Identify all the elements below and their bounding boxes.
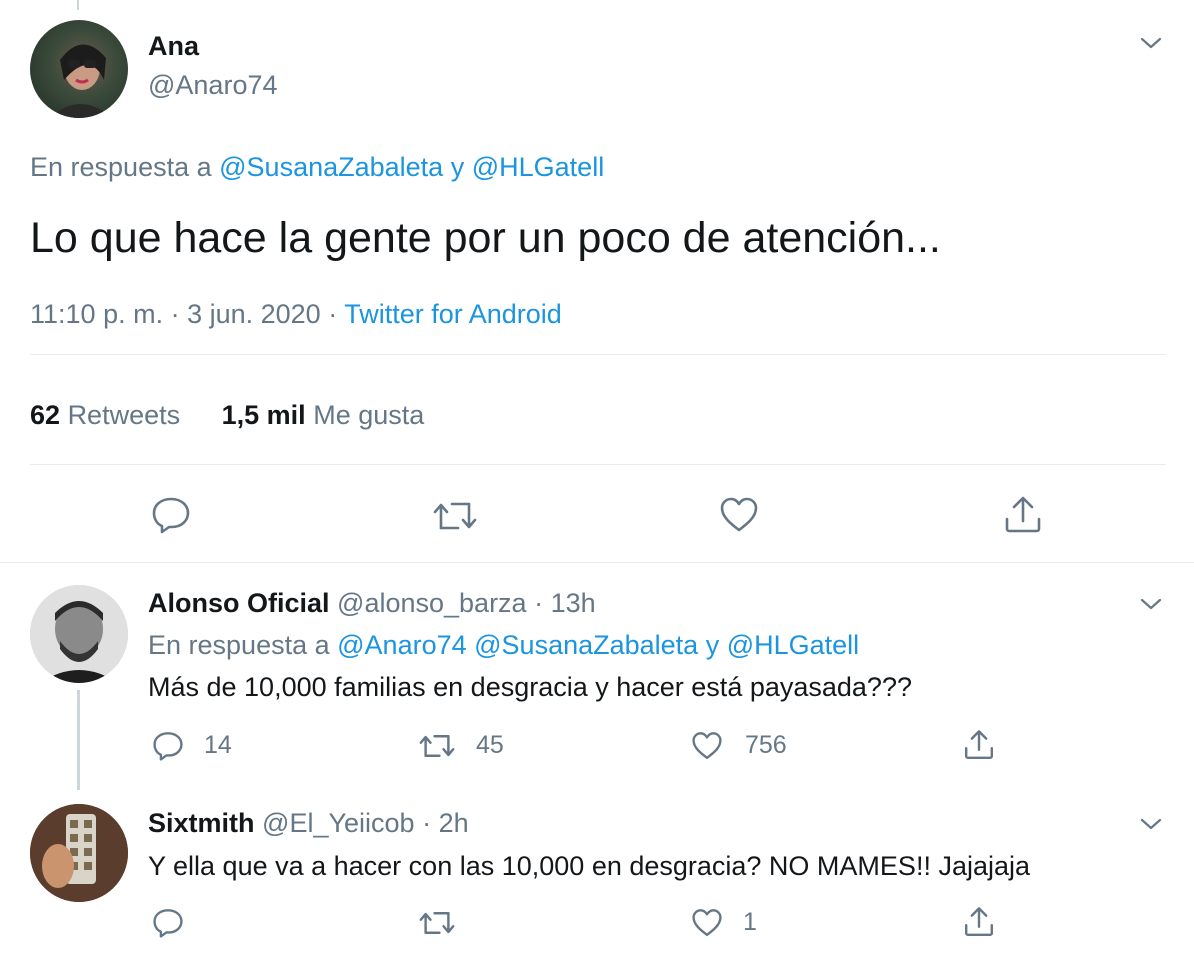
heart-icon[interactable]	[719, 496, 759, 534]
retweet-icon[interactable]	[432, 500, 478, 532]
reply-icon[interactable]	[151, 496, 191, 534]
mention-link[interactable]: @HLGatell	[727, 630, 859, 660]
tweet-timestamp[interactable]: 11:10 p. m. · 3 jun. 2020	[30, 299, 321, 329]
reply-author-handle[interactable]: @alonso_barza	[337, 588, 527, 618]
meta-separator: ·	[534, 588, 544, 618]
reply-header: Sixtmith @El_Yeiicob · 2h	[148, 808, 469, 839]
meta-separator: ·	[328, 299, 338, 329]
reply-and: y	[450, 152, 465, 182]
reply-context: En respuesta a @SusanaZabaleta y @HLGate…	[30, 152, 604, 183]
retweet-count: 45	[476, 731, 504, 759]
retweets-stat[interactable]: 62 Retweets	[30, 400, 188, 430]
divider	[30, 464, 1166, 465]
reply-and: y	[705, 630, 720, 660]
reply-context: En respuesta a @Anaro74 @SusanaZabaleta …	[148, 630, 859, 661]
avatar-sixtmith[interactable]	[30, 804, 128, 902]
mention-link[interactable]: @SusanaZabaleta	[219, 152, 443, 182]
divider	[0, 562, 1194, 563]
avatar-alonso[interactable]	[30, 585, 128, 683]
reply-author-handle[interactable]: @El_Yeiicob	[262, 808, 415, 838]
divider	[30, 354, 1166, 355]
tweet-meta: 11:10 p. m. · 3 jun. 2020 · Twitter for …	[30, 299, 562, 330]
likes-stat[interactable]: 1,5 mil Me gusta	[222, 400, 425, 430]
mention-link[interactable]: @Anaro74 @SusanaZabaleta	[337, 630, 698, 660]
chevron-down-icon[interactable]	[1139, 35, 1163, 51]
reply-author-name[interactable]: Alonso Oficial	[148, 588, 330, 618]
thread-line-top	[77, 0, 79, 10]
chevron-down-icon[interactable]	[1139, 596, 1163, 612]
reply-count: 14	[204, 731, 232, 759]
author-name[interactable]: Ana	[148, 31, 199, 62]
heart-icon[interactable]	[691, 908, 723, 938]
like-count: 756	[745, 731, 787, 759]
reply-prefix: En respuesta a	[30, 152, 212, 182]
retweets-label: Retweets	[67, 400, 181, 430]
reply-text: Y ella que va a hacer con las 10,000 en …	[148, 851, 1031, 881]
likes-count: 1,5 mil	[221, 400, 306, 430]
reply-prefix: En respuesta a	[148, 630, 330, 660]
retweets-count: 62	[30, 400, 61, 430]
reply-text: Más de 10,000 familias en desgracia y ha…	[148, 672, 912, 702]
reply-header: Alonso Oficial @alonso_barza · 13h	[148, 588, 596, 619]
like-count: 1	[743, 908, 757, 936]
reply-timestamp[interactable]: 13h	[551, 588, 596, 618]
author-handle[interactable]: @Anaro74	[148, 70, 278, 101]
tweet-source[interactable]: Twitter for Android	[344, 299, 562, 329]
thread-line	[77, 690, 80, 790]
chevron-down-icon[interactable]	[1139, 816, 1163, 832]
tweet-text: Lo que hace la gente por un poco de aten…	[30, 214, 941, 262]
reply-author-name[interactable]: Sixtmith	[148, 808, 255, 838]
retweet-icon[interactable]	[418, 910, 456, 936]
heart-icon[interactable]	[691, 731, 723, 761]
share-icon[interactable]	[1003, 495, 1043, 535]
reply-icon[interactable]	[152, 731, 184, 761]
meta-separator: ·	[422, 808, 432, 838]
retweet-icon[interactable]	[418, 733, 456, 759]
share-icon[interactable]	[963, 729, 995, 761]
reply-icon[interactable]	[152, 908, 184, 938]
tweet-stats: 62 Retweets 1,5 mil Me gusta	[30, 400, 424, 431]
mention-link[interactable]: @HLGatell	[472, 152, 604, 182]
likes-label: Me gusta	[313, 400, 425, 430]
share-icon[interactable]	[963, 906, 995, 938]
reply-timestamp[interactable]: 2h	[439, 808, 469, 838]
avatar-ana[interactable]	[30, 20, 128, 118]
